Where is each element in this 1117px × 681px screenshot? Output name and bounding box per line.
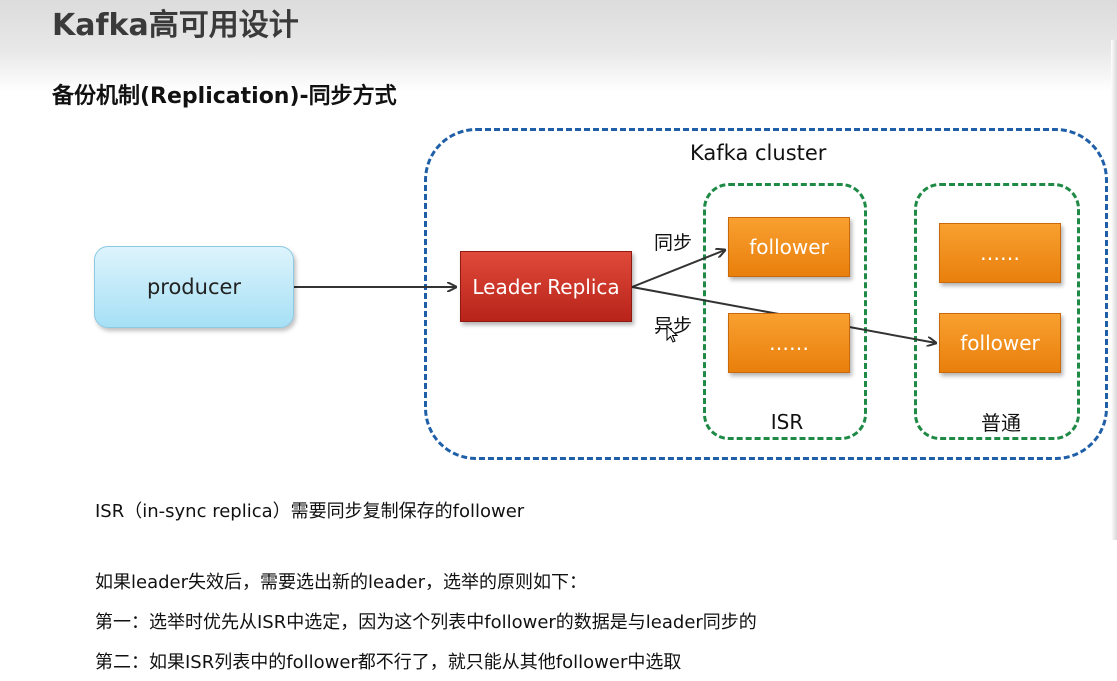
isr-follower-node: follower bbox=[728, 217, 850, 277]
isr-definition-text: ISR（in-sync replica）需要同步复制保存的follower bbox=[95, 501, 525, 522]
normal-ellipsis-label: …… bbox=[980, 241, 1020, 265]
sync-edge-label: 同步 bbox=[654, 232, 693, 254]
page-subtitle: 备份机制(Replication)-同步方式 bbox=[52, 84, 397, 109]
producer-node: producer bbox=[94, 246, 294, 328]
isr-ellipsis-label: …… bbox=[769, 331, 809, 355]
isr-ellipsis-node: …… bbox=[728, 313, 850, 373]
cluster-label: Kafka cluster bbox=[690, 141, 827, 165]
isr-group-label: ISR bbox=[770, 410, 804, 434]
normal-group-boundary bbox=[914, 183, 1080, 440]
isr-follower-label: follower bbox=[749, 235, 829, 259]
leader-replica-label: Leader Replica bbox=[472, 274, 620, 299]
normal-group-label: 普通 bbox=[981, 411, 1021, 435]
mouse-cursor-icon bbox=[666, 325, 678, 343]
election-intro-text: 如果leader失效后，需要选出新的leader，选举的原则如下： bbox=[95, 572, 588, 593]
normal-follower-node: follower bbox=[939, 313, 1061, 373]
election-rule-first: 第一：选举时优先从ISR中选定，因为这个列表中follower的数据是与lead… bbox=[95, 612, 757, 633]
slide-edge bbox=[1111, 40, 1117, 540]
election-rule-second: 第二：如果ISR列表中的follower都不行了，就只能从其他follower中… bbox=[95, 652, 682, 673]
producer-label: producer bbox=[146, 275, 242, 299]
leader-replica-node: Leader Replica bbox=[460, 251, 632, 322]
page-title: Kafka高可用设计 bbox=[52, 8, 299, 43]
normal-follower-label: follower bbox=[960, 331, 1040, 355]
normal-ellipsis-node: …… bbox=[939, 223, 1061, 283]
